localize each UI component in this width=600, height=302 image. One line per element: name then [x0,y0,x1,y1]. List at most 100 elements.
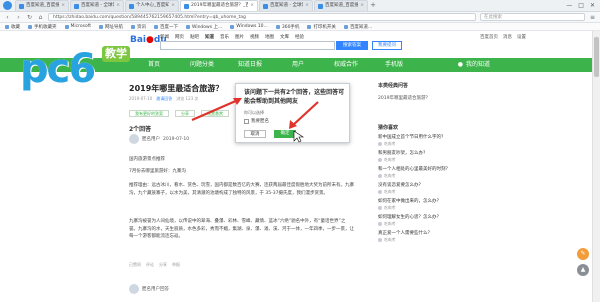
comment-button[interactable]: 评论 [146,262,154,268]
browser-tab[interactable]: 个人中心_百度知道× [125,0,179,11]
checkbox-icon[interactable] [244,118,249,124]
avatar[interactable] [129,134,139,144]
invite-link[interactable]: 邀请回答 [156,96,172,102]
forward-arrow-icon[interactable]: › [15,14,22,21]
nav-web[interactable]: 网页 [175,34,184,40]
report-button[interactable]: 举报 [172,262,180,268]
browser-tab-bar: 百度知道_百度搜索× 百度知道 - 全球领先中文...× 个人中心_百度知道× … [0,0,600,12]
confirm-dialog: 该问题下一共有2个回答，这些回答可能会帮助到其他网友 你可以选择 我要匿名 取消… [235,83,350,143]
list-item[interactable]: 如何理解女生的心思？怎么办？ 吃肉考 [378,215,518,227]
like-button[interactable]: 已赞同 [129,262,141,268]
guess-title: 猜你喜欢 [378,125,399,131]
nav-jingyan[interactable]: 经验 [295,34,304,40]
dialog-message: 该问题下一共有2个回答，这些回答可能会帮助到其他网友 [244,89,345,105]
page-scrollbar[interactable] [592,31,600,302]
nav-item-daily[interactable]: 知道日报 [226,58,274,72]
list-item[interactable]: 和男朋友吵架，怎么办？ 吃肉考 [378,151,518,163]
ask-question-button[interactable]: 我要提问 [372,41,402,50]
feedback-icon[interactable]: ✎ [577,248,589,260]
browser-tab[interactable]: 百度知道_百度搜索× [314,0,368,11]
nav-item-users[interactable]: 用户 [274,58,322,72]
nav-item-mobile[interactable]: 手机版 [370,58,418,72]
tab-close-icon[interactable]: × [360,1,364,11]
close-window-button[interactable]: ✕ [590,2,595,9]
share-button[interactable]: 分享 [175,110,195,117]
confirm-button[interactable]: 确定 [274,130,296,138]
browser-search-input[interactable]: 在此搜索 [480,13,585,21]
browser-logo-icon [0,0,14,11]
folder-icon [230,24,235,29]
tab-favicon-icon [263,3,268,9]
reward-button[interactable]: 设置悬赏 [201,110,229,117]
new-tab-button[interactable]: + [368,0,378,11]
bookmark-item[interactable]: 百度一下 [153,24,178,30]
answer-paragraph: 推荐理由：远古冰川，看水、赏色、玩雪，国内都是数百亿的大赛，连获两届最佳度假胜地… [129,183,354,196]
nav-news[interactable]: 新闻 [160,34,169,40]
browser-tab-active[interactable]: 2019年哪里最适合旅游？_百度知道× [180,0,258,11]
better-answer-button[interactable]: 我有更好的答案 [129,110,169,117]
nav-tieba[interactable]: 贴吧 [190,34,199,40]
bookmark-item[interactable]: 手机收藏夹 [28,24,57,30]
tab-close-icon[interactable]: × [61,1,65,11]
bookmark-item[interactable]: 收藏 [5,24,20,30]
nav-item-categories[interactable]: 问题分类 [178,58,226,72]
avatar [378,238,382,242]
cancel-button[interactable]: 取消 [244,130,266,138]
tab-close-icon[interactable]: × [116,1,120,11]
my-zhidao-link[interactable]: ● 我的知道 [458,58,490,72]
bookmark-item[interactable]: Windows 10... [230,24,268,29]
related-block: 本类经典问答 2019年哪里最适合旅游？ [378,82,518,102]
browser-tab[interactable]: 百度知道 - 全球领先中文...× [259,0,313,11]
avatar [378,142,382,146]
nav-video[interactable]: 视频 [250,34,259,40]
list-item[interactable]: 没有谈恋爱要怎么办？ 吃肉考 [378,183,518,195]
bookmark-item[interactable]: 资讯 [130,24,146,30]
bookmark-item[interactable]: 打印机开关 [307,24,336,30]
list-item[interactable]: 和一个人相处的心里最美好的时刻？ 吃肉考 [378,167,518,179]
menu-icon[interactable]: ≡ [589,14,596,21]
back-arrow-icon[interactable]: ‹ [4,14,11,21]
bookmark-item[interactable]: Windows 上... [185,24,222,30]
home-icon[interactable]: ⌂ [37,14,44,21]
nav-item-partners[interactable]: 权威合作 [322,58,370,72]
nav-music[interactable]: 音乐 [220,34,229,40]
minimize-button[interactable]: — [566,2,572,9]
related-question[interactable]: 2019年哪里最适合旅游？ [378,95,518,102]
search-answer-button[interactable]: 搜索答案 [336,41,368,50]
top-link-messages[interactable]: 消息 [503,34,512,40]
nav-images[interactable]: 图片 [235,34,244,40]
browser-tab[interactable]: 百度知道_百度搜索× [15,0,69,11]
bookmark-item[interactable]: 360手机 [275,24,299,30]
url-input[interactable]: https://zhidao.baidu.com/question/589445… [48,13,476,21]
bookmark-item[interactable]: 网址导航 [98,24,123,30]
baidu-search-input[interactable] [160,41,335,50]
anonymous-checkbox[interactable]: 我要匿名 [244,118,269,124]
star-icon [5,24,9,29]
list-item[interactable]: 真正爱一个人需要些什么？ 吃肉考 [378,231,518,243]
browser-tab[interactable]: 百度知道 - 全球领先中文...× [70,0,124,11]
scrollbar-thumb[interactable] [594,37,599,77]
tab-close-icon[interactable]: × [171,1,175,11]
share-answer-button[interactable]: 分享 [159,262,167,268]
refresh-icon[interactable]: ↻ [26,14,33,21]
maximize-button[interactable]: □ [578,2,584,9]
tab-favicon-icon [129,3,134,9]
tab-favicon-icon [184,3,189,9]
answer-line: 7月份去哪里旅游好：九寨沟 [129,169,186,174]
tab-close-icon[interactable]: × [305,1,309,11]
avatar[interactable] [129,284,139,294]
nav-map[interactable]: 地图 [265,34,274,40]
tab-close-icon[interactable]: × [250,1,254,11]
list-item[interactable]: 新中国成立首个节日用什么字的？ 吃肉考 [378,135,518,147]
nav-zhidao[interactable]: 知道 [205,34,214,40]
bookmark-item[interactable]: 百度知道... [343,24,372,30]
nav-wenku[interactable]: 文库 [280,34,289,40]
bookmark-item[interactable]: Microsoft [64,24,91,29]
list-item[interactable]: 如何在家中做出来的，怎么办？ 吃肉考 [378,199,518,211]
top-link-home[interactable]: 百度首页 [480,34,498,40]
back-to-top-icon[interactable]: ▲ [577,264,589,276]
top-link-settings[interactable]: 设置 [517,34,526,40]
avatar [378,190,382,194]
user-icon: ● [457,61,463,68]
question-date: 2019-07-10 [129,96,153,101]
